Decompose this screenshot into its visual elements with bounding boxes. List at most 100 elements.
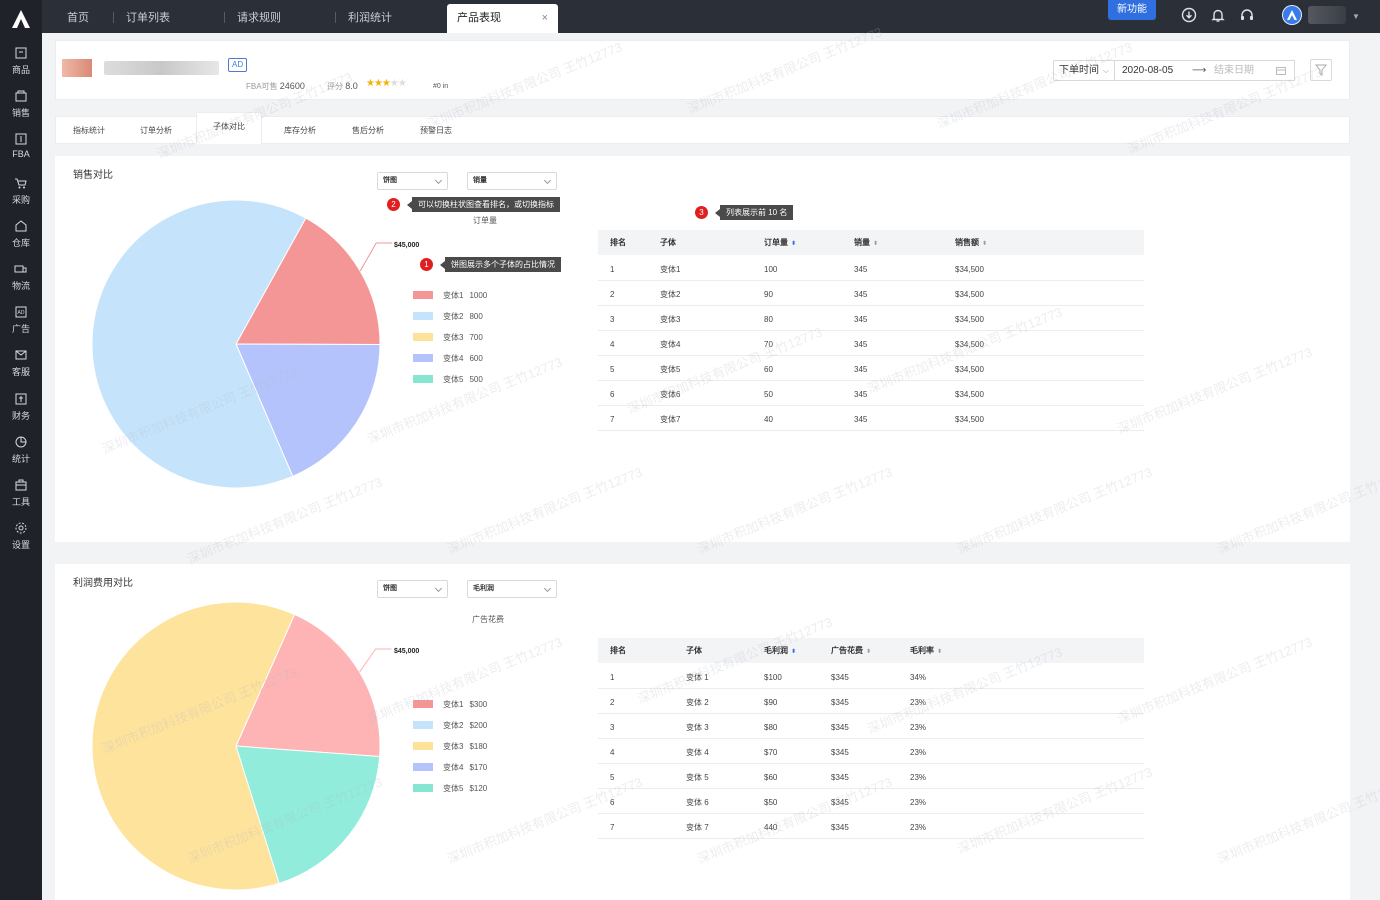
fba-icon	[15, 133, 27, 145]
sidebar-item-2[interactable]: FBA	[0, 132, 42, 170]
table-row[interactable]: 7 变体 7 440 $345 23%	[598, 813, 1144, 839]
legend-item[interactable]: 变体5 $120	[413, 784, 487, 796]
end-date-input[interactable]: 结束日期	[1214, 61, 1254, 80]
column-header[interactable]: 广告花费 ⬍	[819, 638, 898, 663]
sort-icon[interactable]: ⬍	[982, 241, 987, 247]
table-row[interactable]: 1 变体1 100 345 $34,500	[598, 255, 1144, 281]
new-feature-button[interactable]: 新功能	[1108, 0, 1156, 20]
column-header[interactable]: 订单量 ⬍	[752, 230, 842, 255]
table-row[interactable]: 1 变体 1 $100 $345 34%	[598, 663, 1144, 689]
sidebar-item-10[interactable]: 工具	[0, 478, 42, 516]
table-cell: 345	[842, 280, 943, 306]
sidebar-item-3[interactable]: 采购	[0, 176, 42, 214]
rating-stars: ★★★★★	[366, 78, 407, 89]
table-row[interactable]: 6 变体6 50 345 $34,500	[598, 380, 1144, 406]
legend-item[interactable]: 变体5 500	[413, 375, 483, 387]
tab-variant-compare[interactable]: 子体对比	[196, 112, 262, 144]
tab-product-performance[interactable]: 产品表现 ×	[447, 4, 558, 33]
table-cell: 2	[598, 688, 674, 714]
tab-order-list[interactable]: 订单列表	[104, 0, 214, 33]
tab-alert-log[interactable]: 预警日志	[420, 117, 452, 144]
table-cell: $34,500	[943, 355, 1144, 381]
tab-request-rules[interactable]: 请求规则	[215, 0, 325, 33]
table-row[interactable]: 4 变体4 70 345 $34,500	[598, 330, 1144, 356]
table-cell: 变体7	[648, 405, 752, 431]
table-row[interactable]: 3 变体3 80 345 $34,500	[598, 305, 1144, 331]
legend-item[interactable]: 变体1 1000	[413, 291, 487, 303]
tab-inventory[interactable]: 库存分析	[284, 117, 316, 144]
table-row[interactable]: 3 变体 3 $80 $345 23%	[598, 713, 1144, 739]
table-cell: 345	[842, 405, 943, 431]
legend-item[interactable]: 变体1 $300	[413, 700, 487, 712]
metric-select[interactable]: 销量	[467, 172, 557, 190]
table-row[interactable]: 4 变体 4 $70 $345 23%	[598, 738, 1144, 764]
sort-icon[interactable]: ⬍	[791, 649, 796, 655]
sidebar-item-9[interactable]: 统计	[0, 435, 42, 473]
sidebar-item-6[interactable]: AD 广告	[0, 305, 42, 343]
table-cell: 变体3	[648, 305, 752, 331]
download-icon[interactable]	[1181, 7, 1197, 23]
table-cell: 440	[752, 813, 819, 839]
cart-icon	[15, 178, 27, 189]
tab-after-sales[interactable]: 售后分析	[352, 117, 384, 144]
metric-select[interactable]: 毛利润	[467, 580, 557, 598]
legend-label: 变体4	[443, 763, 464, 772]
chevron-down-icon[interactable]: ▼	[1352, 12, 1360, 21]
tab-metrics[interactable]: 指标统计	[73, 117, 105, 144]
column-header-label: 销售额	[955, 238, 979, 247]
table-row[interactable]: 5 变体5 60 345 $34,500	[598, 355, 1144, 381]
table-cell: 4	[598, 330, 648, 356]
table-cell: $345	[819, 713, 898, 739]
legend-value: 500	[469, 375, 483, 384]
table-row[interactable]: 7 变体7 40 345 $34,500	[598, 405, 1144, 431]
column-header[interactable]: 毛利率 ⬍	[898, 638, 1144, 663]
legend-item[interactable]: 变体4 600	[413, 354, 483, 366]
table-cell: 2	[598, 280, 648, 306]
close-tab-icon[interactable]: ×	[542, 4, 548, 33]
sidebar-item-1[interactable]: 销售	[0, 89, 42, 127]
headset-icon[interactable]	[1239, 7, 1255, 23]
svg-text:AD: AD	[18, 310, 25, 316]
sidebar-item-label: 客服	[11, 367, 30, 378]
table-row[interactable]: 2 变体2 90 345 $34,500	[598, 280, 1144, 306]
sidebar-item-7[interactable]: 客服	[0, 348, 42, 386]
sort-icon[interactable]: ⬍	[866, 649, 871, 655]
date-range-picker[interactable]: 2020-08-05 ⟶ 结束日期	[1114, 60, 1295, 81]
filter-button[interactable]	[1310, 59, 1332, 81]
sidebar-item-5[interactable]: 物流	[0, 262, 42, 300]
sort-icon[interactable]: ⬍	[873, 241, 878, 247]
sidebar-item-0[interactable]: 商品	[0, 46, 42, 84]
sidebar-item-11[interactable]: 设置	[0, 521, 42, 559]
legend-swatch	[413, 354, 433, 362]
sort-icon[interactable]: ⬍	[937, 649, 942, 655]
product-thumbnail[interactable]	[62, 59, 92, 77]
sort-icon[interactable]: ⬍	[791, 241, 796, 247]
date-field-select[interactable]: 下单时间 ⌵	[1053, 60, 1115, 81]
column-header[interactable]: 毛利润 ⬍	[752, 638, 819, 663]
sidebar-item-label: 统计	[11, 453, 30, 464]
product-name[interactable]	[104, 61, 219, 75]
table-row[interactable]: 5 变体 5 $60 $345 23%	[598, 763, 1144, 789]
table-row[interactable]: 6 变体 6 $50 $345 23%	[598, 788, 1144, 814]
legend-item[interactable]: 变体2 800	[413, 312, 483, 324]
table-row[interactable]: 2 变体 2 $90 $345 23%	[598, 688, 1144, 714]
legend-item[interactable]: 变体3 700	[413, 333, 483, 345]
sidebar-item-4[interactable]: 仓库	[0, 219, 42, 257]
bell-icon[interactable]	[1210, 7, 1226, 23]
table-cell: $80	[752, 713, 819, 739]
user-name[interactable]	[1308, 6, 1346, 24]
app-logo-icon[interactable]	[10, 8, 32, 30]
tab-profit-stats[interactable]: 利润统计	[326, 0, 436, 33]
chart-subtitle: 订单量	[473, 216, 497, 225]
sidebar-item-8[interactable]: 财务	[0, 392, 42, 430]
avatar[interactable]	[1282, 5, 1302, 25]
table-cell: 变体6	[648, 380, 752, 406]
start-date[interactable]: 2020-08-05	[1122, 61, 1173, 80]
legend-item[interactable]: 变体4 $170	[413, 763, 487, 775]
legend-item[interactable]: 变体3 $180	[413, 742, 487, 754]
legend-item[interactable]: 变体2 $200	[413, 721, 487, 733]
warehouse-icon	[15, 220, 27, 232]
column-header[interactable]: 销售额 ⬍	[943, 230, 1144, 255]
column-header[interactable]: 销量 ⬍	[842, 230, 943, 255]
tab-order-analysis[interactable]: 订单分析	[140, 117, 172, 144]
